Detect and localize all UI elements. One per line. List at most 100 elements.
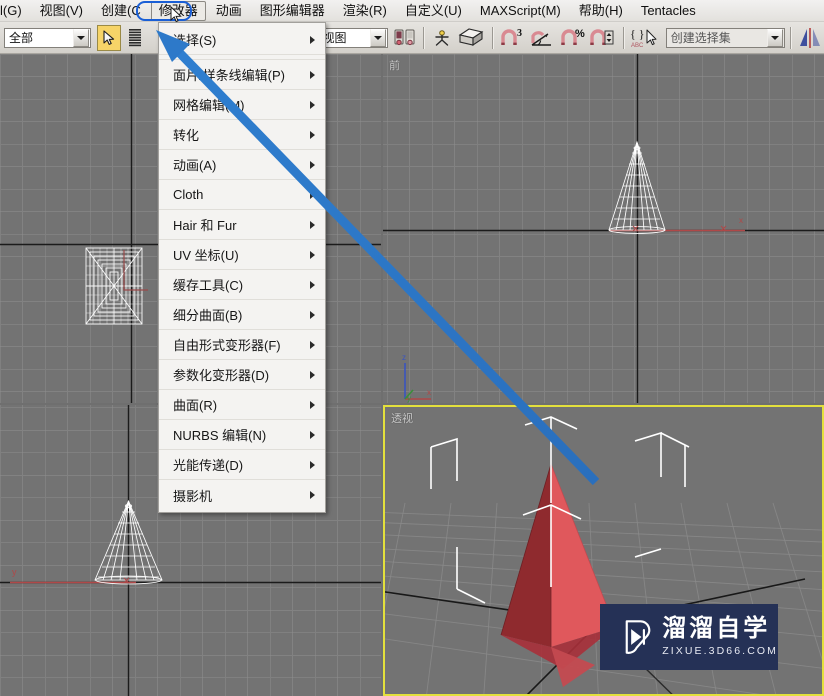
menu-item-label: 缓存工具(C) <box>173 278 244 293</box>
menu-item-label: 面片/样条线编辑(P) <box>173 68 285 83</box>
svg-text:%: % <box>575 28 585 40</box>
submenu-arrow-icon <box>310 400 315 409</box>
menu-bar-item-10[interactable]: Tentacles <box>633 1 704 21</box>
menu-item-4[interactable]: 动画(A) <box>159 150 325 180</box>
menu-bar-item-8[interactable]: MAXScript(M) <box>472 1 569 21</box>
modifier-dropdown-menu[interactable]: 选择(S) 面片/样条线编辑(P) 网格编辑(M) 转化动画(A) Cloth Hair … <box>158 22 326 513</box>
menu-item-0[interactable]: 选择(S) <box>159 25 325 55</box>
menu-item-3[interactable]: 转化 <box>159 120 325 150</box>
chevron-down-icon[interactable] <box>369 28 386 47</box>
menu-item-7[interactable]: UV 坐标(U) <box>159 240 325 270</box>
submenu-arrow-icon <box>310 250 315 259</box>
percent-snap-icon: % <box>560 28 585 45</box>
menu-bar-item-5[interactable]: 图形编辑器 <box>252 1 333 21</box>
use-pivot-point-button[interactable] <box>394 25 418 51</box>
menu-bar-item-label: l(G) <box>0 2 22 18</box>
menu-item-14[interactable]: 光能传递(D) <box>159 450 325 480</box>
svg-text:x: x <box>427 388 431 397</box>
selection-filter-combo[interactable]: 全部 <box>4 27 91 48</box>
menu-item-label: 光能传递(D) <box>173 458 244 473</box>
menu-item-5[interactable]: Cloth <box>159 180 325 210</box>
menu-bar-item-2[interactable]: 创建(C <box>93 1 149 21</box>
submenu-arrow-icon <box>310 370 315 379</box>
menu-bar-item-label: 自定义(U) <box>404 2 462 18</box>
submenu-arrow-icon <box>310 460 315 469</box>
3dsmax-window: l(G) 视图(V) 创建(C 修改器 动画 图形编辑器 渲染(R) 自定义(U) MAXScr… <box>0 0 824 696</box>
menu-bar-item-0[interactable]: l(G) <box>0 1 30 21</box>
menu-item-1[interactable]: 面片/样条线编辑(P) <box>159 60 325 90</box>
region-stack-icon <box>128 28 141 46</box>
submenu-arrow-icon <box>310 160 315 169</box>
menu-bar-item-4[interactable]: 动画 <box>208 1 250 21</box>
selection-filter-value: 全部 <box>9 31 34 45</box>
toolbar-separator <box>423 26 425 49</box>
menu-bar-item-3[interactable]: 修改器 <box>150 0 206 21</box>
menu-item-label: 参数化变形器(D) <box>173 368 270 383</box>
submenu-arrow-icon <box>310 35 315 44</box>
spinner-snap-button[interactable] <box>589 25 617 51</box>
submenu-arrow-icon <box>310 340 315 349</box>
chevron-down-icon[interactable] <box>72 28 89 47</box>
svg-text:y: y <box>407 394 411 403</box>
svg-text:ABC: ABC <box>631 43 644 49</box>
mirror-axis-button[interactable] <box>797 25 823 51</box>
menu-bar-item-label: MAXScript(M) <box>479 2 561 18</box>
named-selection-sets-button[interactable]: { } ABC <box>629 25 660 51</box>
menu-item-10[interactable]: 自由形式变形器(F) <box>159 330 325 360</box>
select-object-button[interactable] <box>96 24 121 51</box>
chevron-down-icon[interactable] <box>767 28 784 47</box>
menu-bar-item-7[interactable]: 自定义(U) <box>397 1 470 21</box>
menu-item-label: 摄影机 <box>173 488 213 504</box>
menu-item-label: UV 坐标(U) <box>173 248 239 263</box>
menu-bar-item-1[interactable]: 视图(V) <box>32 1 91 21</box>
viewport-top-right[interactable]: x z x y 前 <box>383 54 824 403</box>
named-selection-icon: { } ABC <box>630 27 657 49</box>
angle-snap-button[interactable] <box>529 25 557 51</box>
snap-toggle-button[interactable]: 3 <box>499 25 527 51</box>
mirror-button[interactable] <box>456 25 485 51</box>
submenu-arrow-icon <box>310 310 315 319</box>
viewport-label-bottom-right: 透视 <box>391 413 413 425</box>
select-and-manipulate-button[interactable] <box>430 25 454 51</box>
submenu-arrow-icon <box>310 100 315 109</box>
select-region-button[interactable] <box>123 25 147 51</box>
percent-snap-button[interactable]: % <box>559 25 587 51</box>
menu-item-label: 网格编辑(M) <box>173 98 245 113</box>
menu-item-8[interactable]: 缓存工具(C) <box>159 270 325 300</box>
mirror-box-icon <box>458 27 484 46</box>
menu-item-12[interactable]: 曲面(R) <box>159 390 325 420</box>
menu-item-label: 动画(A) <box>173 158 217 173</box>
spinner-snap-icon <box>589 28 614 45</box>
svg-text:z: z <box>402 353 406 362</box>
menu-bar-item-label: Tentacles <box>640 2 696 18</box>
menu-bar-item-label: 修改器 <box>158 2 198 18</box>
submenu-arrow-icon <box>310 70 315 79</box>
toolbar-separator <box>790 26 792 49</box>
manipulate-icon <box>435 29 449 46</box>
menu-item-13[interactable]: NURBS 编辑(N) <box>159 420 325 450</box>
menu-item-label: 细分曲面(B) <box>173 308 243 323</box>
menu-bar-item-6[interactable]: 渲染(R) <box>335 1 395 21</box>
menu-bar: l(G) 视图(V) 创建(C 修改器 动画 图形编辑器 渲染(R) 自定义(U) MAXScr… <box>0 0 824 22</box>
svg-text:x: x <box>739 216 743 225</box>
menu-item-label: 曲面(R) <box>173 398 218 413</box>
menu-item-15[interactable]: 摄影机 <box>159 480 325 510</box>
menu-bar-item-label: 视图(V) <box>39 2 84 18</box>
reference-coordinate-combo[interactable]: 视图 <box>317 27 388 48</box>
menu-item-label: NURBS 编辑(N) <box>173 428 267 443</box>
viewport-label-top-right: 前 <box>389 60 400 72</box>
main-toolbar: 全部 视图 3 % {} ABC 创建选择集 <box>0 22 824 54</box>
menu-item-2[interactable]: 网格编辑(M) <box>159 90 325 120</box>
menu-item-label: 选择(S) <box>173 33 217 48</box>
watermark-brand-cn: 溜溜自学 <box>662 615 771 643</box>
viewport-grid: x z x y 前 y 透视 <box>0 54 824 696</box>
menu-item-11[interactable]: 参数化变形器(D) <box>159 360 325 390</box>
menu-item-label: 自由形式变形器(F) <box>173 338 281 353</box>
menu-bar-item-label: 图形编辑器 <box>259 2 325 18</box>
menu-bar-item-9[interactable]: 帮助(H) <box>571 1 631 21</box>
select-arrow-icon <box>103 29 114 45</box>
menu-item-6[interactable]: Hair 和 Fur <box>159 210 325 240</box>
pivot-center-icon <box>394 29 415 45</box>
menu-item-9[interactable]: 细分曲面(B) <box>159 300 325 330</box>
named-selection-set-combo[interactable]: 创建选择集 <box>665 27 786 48</box>
